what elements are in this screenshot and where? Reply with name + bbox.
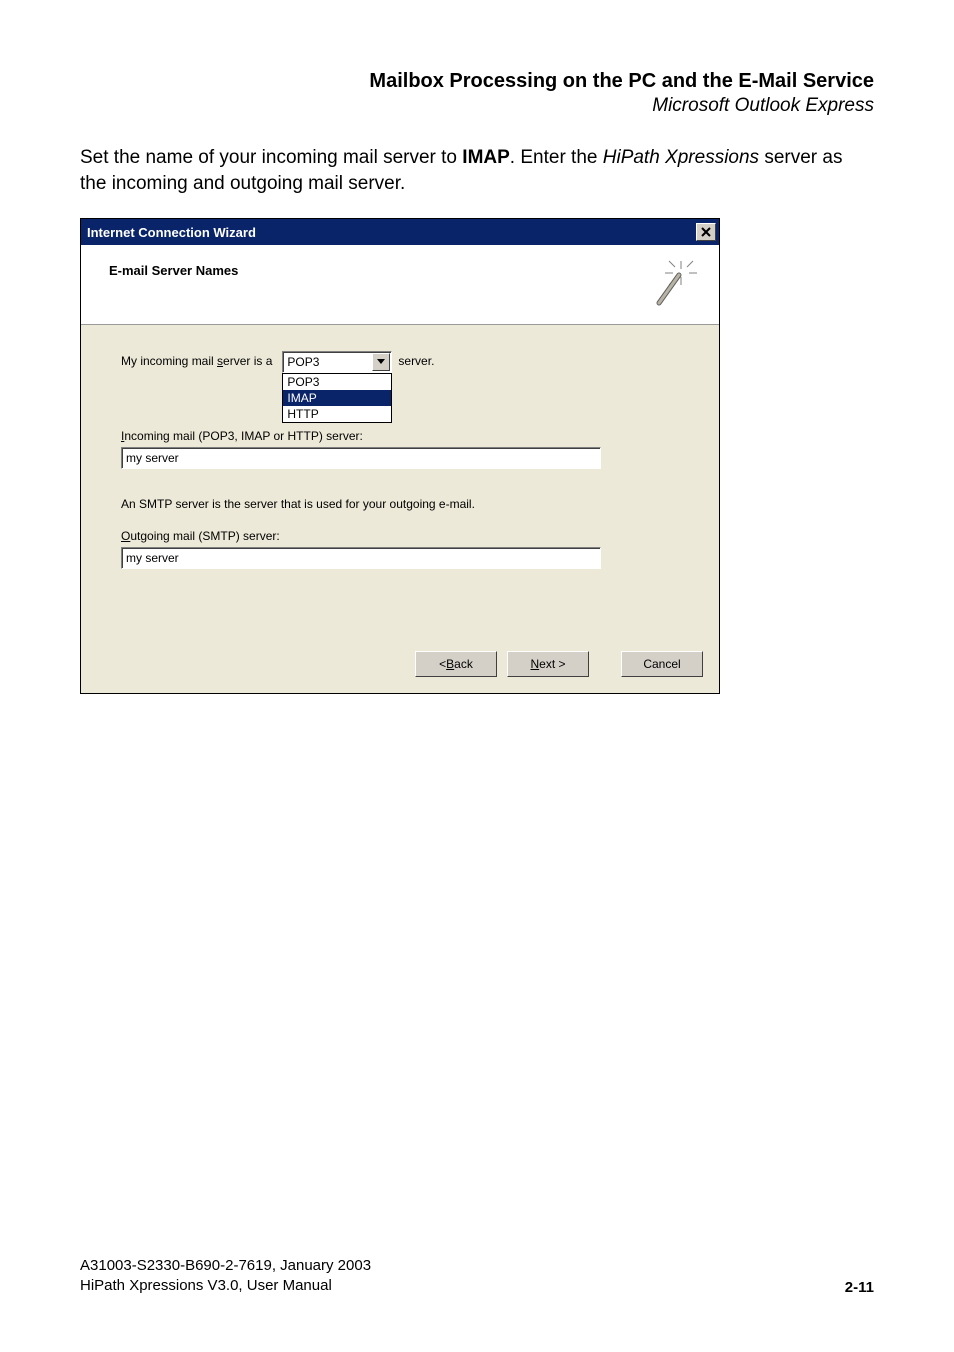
incoming-type-suffix: server. (398, 351, 434, 368)
incoming-server-label: Incoming mail (POP3, IMAP or HTTP) serve… (121, 429, 679, 443)
outgoing-server-label-key: O (121, 529, 130, 543)
back-button-pre: < (439, 657, 446, 671)
intro-text-mid: . Enter the (510, 147, 603, 168)
combo-option-pop3[interactable]: POP3 (283, 374, 391, 390)
titlebar-buttons (696, 223, 716, 241)
intro-text-italic: HiPath Xpressions (603, 147, 759, 168)
server-type-combo-list: POP3 IMAP HTTP (282, 373, 392, 423)
combo-option-http[interactable]: HTTP (283, 406, 391, 422)
cancel-button[interactable]: Cancel (621, 651, 703, 677)
dialog-title: Internet Connection Wizard (87, 225, 256, 240)
incoming-server-label-rest: ncoming mail (POP3, IMAP or HTTP) server… (124, 429, 363, 443)
next-button-key: N (530, 657, 539, 671)
chevron-down-icon (377, 359, 385, 365)
server-type-combo[interactable]: POP3 (282, 351, 392, 373)
page-footer: A31003-S2330-B690-2-7619, January 2003 H… (80, 1256, 874, 1297)
back-button[interactable]: < Back (415, 651, 497, 677)
footer-product: HiPath Xpressions V3.0, User Manual (80, 1276, 371, 1296)
outgoing-server-input[interactable] (121, 547, 601, 569)
document-page: Mailbox Processing on the PC and the E-M… (0, 0, 954, 1352)
footer-doc-id: A31003-S2330-B690-2-7619, January 2003 (80, 1256, 371, 1276)
dialog-titlebar[interactable]: Internet Connection Wizard (81, 219, 719, 245)
page-header-subtitle: Microsoft Outlook Express (80, 95, 874, 117)
wizard-header-title: E-mail Server Names (109, 263, 238, 278)
back-button-post: ack (454, 657, 473, 671)
incoming-server-block: Incoming mail (POP3, IMAP or HTTP) serve… (121, 429, 679, 469)
incoming-label-pre: My incoming mail (121, 354, 217, 368)
combo-option-imap[interactable]: IMAP (283, 390, 391, 406)
close-icon (701, 227, 711, 237)
page-footer-left: A31003-S2330-B690-2-7619, January 2003 H… (80, 1256, 371, 1297)
outgoing-server-label-rest: utgoing mail (SMTP) server: (130, 529, 279, 543)
wizard-body: My incoming mail server is a POP3 POP3 I… (81, 325, 719, 635)
outgoing-server-label: Outgoing mail (SMTP) server: (121, 529, 679, 543)
incoming-server-input[interactable] (121, 447, 601, 469)
outgoing-server-block: Outgoing mail (SMTP) server: (121, 529, 679, 569)
incoming-label-post: erver is a (223, 354, 272, 368)
smtp-note: An SMTP server is the server that is use… (121, 497, 679, 511)
close-button[interactable] (696, 223, 716, 241)
wand-icon (651, 259, 699, 310)
combo-value: POP3 (287, 355, 319, 369)
wizard-footer: < Back Next > Cancel (81, 635, 719, 693)
incoming-type-label: My incoming mail server is a (121, 351, 272, 368)
internet-connection-wizard-dialog: Internet Connection Wizard E-mail Server… (80, 218, 720, 694)
incoming-type-row: My incoming mail server is a POP3 POP3 I… (121, 351, 679, 373)
wizard-header: E-mail Server Names (81, 245, 719, 325)
page-number: 2-11 (845, 1279, 874, 1296)
intro-paragraph: Set the name of your incoming mail serve… (80, 145, 874, 196)
back-button-key: B (446, 657, 454, 671)
intro-text-bold: IMAP (462, 147, 510, 168)
intro-text-pre: Set the name of your incoming mail serve… (80, 147, 462, 168)
page-header: Mailbox Processing on the PC and the E-M… (80, 70, 874, 117)
next-button[interactable]: Next > (507, 651, 589, 677)
next-button-post: ext > (539, 657, 565, 671)
server-type-combo-wrap: POP3 POP3 IMAP HTTP (282, 351, 392, 373)
page-header-title: Mailbox Processing on the PC and the E-M… (80, 70, 874, 93)
combo-dropdown-button[interactable] (372, 353, 390, 371)
